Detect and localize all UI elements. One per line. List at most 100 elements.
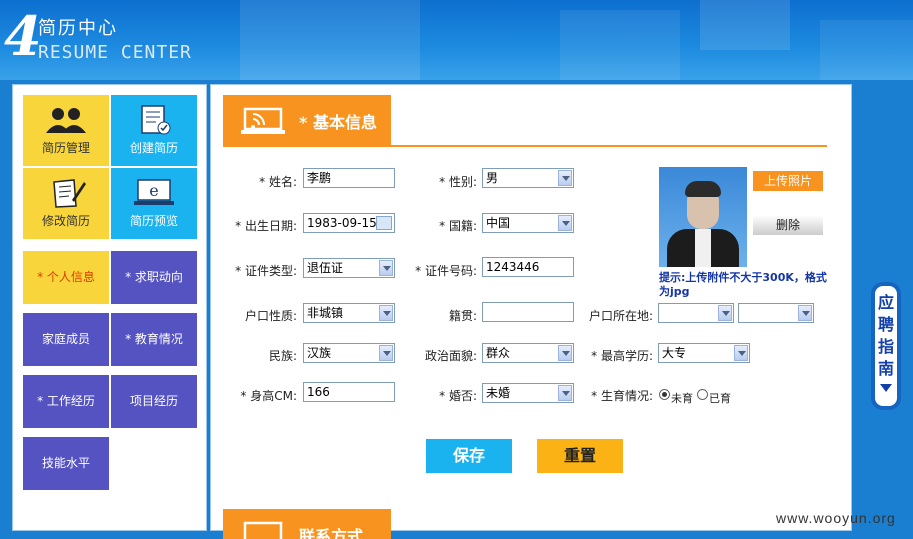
fertility-option-none: 未育 [671, 392, 693, 405]
chevron-down-icon [379, 305, 393, 321]
birth-value: 1983-09-15 [307, 216, 377, 230]
chevron-down-icon [798, 305, 812, 321]
chevron-down-icon [734, 345, 748, 361]
sidebar: 简历管理 创建简历 修改简历 e 简历预览 * 个人信息 * 求职动向 家庭成员… [12, 84, 207, 531]
chevron-down-icon [558, 170, 572, 186]
nav-family-members[interactable]: 家庭成员 [23, 313, 109, 366]
fertility-radio-none[interactable] [659, 389, 670, 400]
nav-label: 项目经历 [129, 394, 178, 408]
nav-label: 家庭成员 [41, 332, 90, 346]
nav-skill-level[interactable]: 技能水平 [23, 437, 109, 490]
nav-education[interactable]: * 教育情况 [111, 313, 197, 366]
banner-decoration [560, 10, 680, 80]
id-number-label: * 证件号码: [415, 264, 477, 278]
people-icon [46, 108, 86, 133]
delete-photo-button[interactable]: 删除 [753, 215, 823, 235]
section-title: * 基本信息 [299, 113, 377, 132]
tile-label: 修改简历 [41, 214, 90, 228]
id-type-select[interactable]: 退伍证 [303, 258, 395, 278]
nav-label: * 工作经历 [37, 394, 95, 408]
tile-label: 简历管理 [41, 141, 90, 155]
chevron-down-icon [379, 260, 393, 276]
birth-date-input[interactable]: 1983-09-15 [303, 213, 395, 233]
ethnicity-label: 民族: [268, 349, 297, 363]
reset-button[interactable]: 重置 [537, 439, 623, 473]
marriage-label: * 婚否: [439, 389, 477, 403]
section-title-contact: 联系方式 [299, 527, 364, 539]
fertility-label: * 生育情况: [591, 389, 653, 403]
upload-photo-button[interactable]: 上传照片 [753, 171, 823, 191]
banner-decoration [820, 20, 913, 80]
education-select[interactable]: 大专 [658, 343, 750, 363]
header-title-en: RESUME CENTER [38, 42, 192, 63]
nav-label: 技能水平 [41, 456, 90, 470]
chevron-down-icon [558, 215, 572, 231]
header-number: 4 [4, 4, 42, 68]
tile-create-resume[interactable]: 创建简历 [111, 95, 197, 166]
section-header-contact: 联系方式 [223, 509, 391, 539]
gender-select[interactable]: 男 [482, 168, 574, 188]
id-type-label: * 证件类型: [235, 264, 297, 278]
political-select[interactable]: 群众 [482, 343, 574, 363]
birth-label: * 出生日期: [235, 219, 297, 233]
name-label: * 姓名: [259, 175, 297, 189]
watermark: www.wooyun.org [776, 510, 896, 526]
nationality-select[interactable]: 中国 [482, 213, 574, 233]
id-type-value: 退伍证 [307, 261, 344, 275]
ethnicity-select[interactable]: 汉族 [303, 343, 395, 363]
education-label: * 最高学历: [591, 349, 653, 363]
nav-label: * 个人信息 [37, 270, 95, 284]
header-title-cn: 简历中心 [38, 18, 118, 39]
nav-project-experience[interactable]: 项目经历 [111, 375, 197, 428]
marriage-select[interactable]: 未婚 [482, 383, 574, 403]
header-banner: 4 简历中心 RESUME CENTER [0, 0, 913, 80]
nationality-label: * 国籍: [439, 219, 477, 233]
id-number-input[interactable]: 1243446 [482, 257, 574, 277]
section-header-basic-info: * 基本信息 [223, 95, 391, 145]
political-value: 群众 [486, 346, 511, 360]
tile-edit-resume[interactable]: 修改简历 [23, 168, 109, 239]
tile-preview-resume[interactable]: e 简历预览 [111, 168, 197, 239]
upload-hint: 提示:上传附件不大于300K，格式为jpg [659, 271, 827, 298]
save-button[interactable]: 保存 [426, 439, 512, 473]
chevron-down-icon [558, 385, 572, 401]
native-place-input[interactable] [482, 302, 574, 322]
hukou-province-select[interactable] [658, 303, 734, 323]
calendar-icon[interactable] [376, 216, 392, 230]
fertility-radio-yes[interactable] [697, 389, 708, 400]
height-label: * 身高CM: [240, 389, 297, 403]
height-input[interactable]: 166 [303, 382, 395, 402]
nav-work-experience[interactable]: * 工作经历 [23, 375, 109, 428]
nav-personal-info[interactable]: * 个人信息 [23, 251, 109, 304]
banner-decoration [700, 0, 790, 50]
hukou-type-value: 非城镇 [307, 306, 344, 320]
nav-job-intent[interactable]: * 求职动向 [111, 251, 197, 304]
guide-char: 聘 [877, 315, 894, 334]
guide-char: 应 [877, 293, 894, 312]
hukou-type-label: 户口性质: [244, 309, 297, 323]
gender-label: * 性别: [439, 175, 477, 189]
hukou-type-select[interactable]: 非城镇 [303, 303, 395, 323]
chevron-down-icon [558, 345, 572, 361]
political-label: 政治面貌: [424, 349, 477, 363]
education-value: 大专 [662, 346, 687, 360]
chevron-down-icon [718, 305, 732, 321]
laptop-wifi-icon [241, 107, 285, 134]
document-check-icon [141, 105, 171, 135]
banner-decoration [240, 0, 420, 80]
tile-resume-manage[interactable]: 简历管理 [23, 95, 109, 166]
nationality-value: 中国 [486, 216, 511, 230]
main-form-panel: * 基本信息 * 姓名: 李鹏 * 性别: 男 * 出生日期: 1983-09-… [210, 84, 852, 539]
profile-photo [659, 167, 747, 267]
tile-label: 创建简历 [129, 141, 178, 155]
chevron-down-icon [379, 345, 393, 361]
guide-char: 指 [877, 337, 894, 356]
hukou-location-label: 户口所在地: [588, 309, 653, 323]
svg-text:e: e [149, 181, 158, 200]
ethnicity-value: 汉族 [307, 346, 332, 360]
hukou-city-select[interactable] [738, 303, 814, 323]
application-guide-tab[interactable]: 应 聘 指 南 [871, 282, 901, 410]
native-place-label: 籍贯: [448, 309, 477, 323]
name-input[interactable]: 李鹏 [303, 168, 395, 188]
laptop-wifi-icon [243, 521, 283, 539]
